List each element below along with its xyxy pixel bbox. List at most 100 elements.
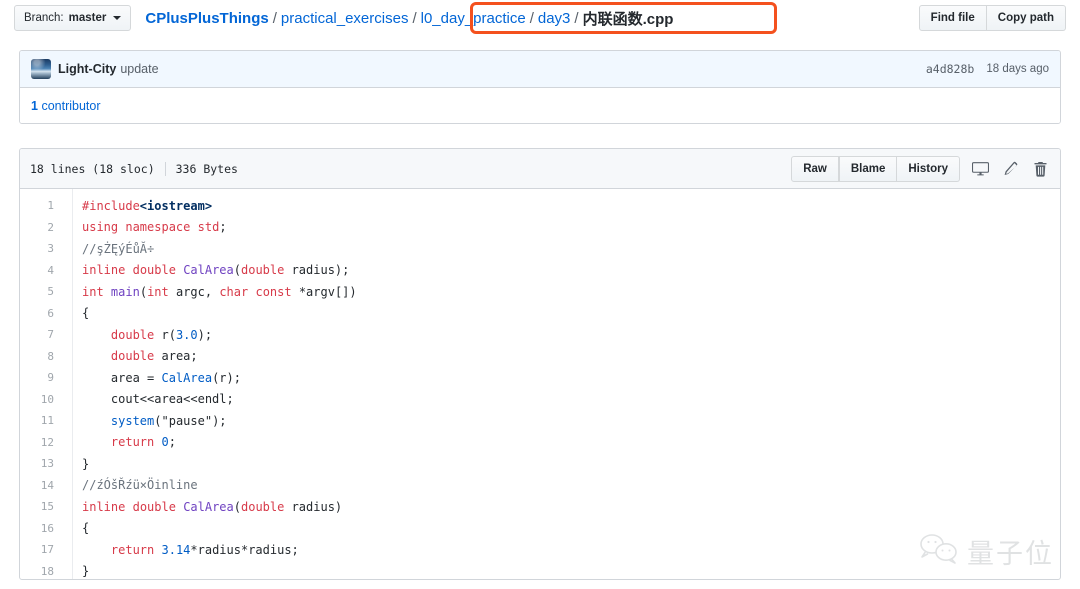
code-line: 17 return 3.14*radius*radius; (20, 539, 1060, 561)
code-token: 3.0 (175, 327, 198, 342)
line-number[interactable]: 2 (20, 221, 64, 234)
line-number[interactable]: 18 (20, 565, 64, 578)
line-number[interactable]: 9 (20, 371, 64, 384)
code-token: double (110, 327, 155, 342)
pencil-icon[interactable] (1000, 159, 1020, 179)
commit-sha[interactable]: a4d828b (926, 62, 974, 76)
code-token: double (132, 263, 176, 278)
line-content: } (64, 564, 89, 578)
code-line: 4 inline double CalArea(double radius); (20, 260, 1060, 282)
contributors-row: 1 contributor (20, 88, 1060, 123)
code-token: CalArea (161, 370, 213, 385)
code-line: 11 system("pause"); (20, 410, 1060, 432)
commit-author-link[interactable]: Light-City (58, 62, 116, 76)
code-token: ( (233, 499, 241, 514)
code-token: ( (139, 284, 148, 299)
breadcrumb-link-2[interactable]: l0_day_practice (421, 10, 526, 27)
code-line: 8 double area; (20, 346, 1060, 368)
line-number[interactable]: 7 (20, 328, 64, 341)
code-token: } (82, 564, 90, 579)
branch-selector-button[interactable]: Branch: master (14, 5, 132, 31)
line-number[interactable]: 13 (20, 457, 64, 470)
line-content: area = CalArea(r); (64, 371, 241, 385)
code-line: 6{ (20, 303, 1060, 325)
code-line: 12 return 0; (20, 432, 1060, 454)
line-content: cout<<area<<endl; (64, 392, 234, 406)
line-number[interactable]: 4 (20, 264, 64, 277)
line-number[interactable]: 12 (20, 436, 64, 449)
code-token: ( (233, 263, 241, 278)
trash-icon[interactable] (1030, 159, 1050, 179)
file-lines-label: 18 lines (18 sloc) (30, 161, 155, 176)
line-number[interactable]: 1 (20, 199, 64, 212)
find-file-button[interactable]: Find file (918, 5, 987, 31)
code-token: //źÓšŘźü×Öinline (82, 478, 198, 493)
gutter-divider (72, 189, 73, 579)
file-actions: Raw Blame History (791, 155, 1050, 182)
file-size-label: 336 Bytes (175, 161, 238, 176)
breadcrumb-link-0[interactable]: CPlusPlusThings (145, 10, 268, 27)
code-token: *argv[]) (291, 284, 357, 299)
contributors-link[interactable]: 1 contributor (31, 99, 101, 113)
breadcrumb-link-3[interactable]: day3 (538, 10, 571, 27)
line-number[interactable]: 5 (20, 285, 64, 298)
commit-timestamp: 18 days ago (986, 63, 1049, 75)
line-content: { (64, 521, 89, 535)
code-token: *radius*radius; (190, 542, 299, 557)
line-number[interactable]: 11 (20, 414, 64, 427)
breadcrumb-separator: / (574, 9, 579, 27)
code-token: ; (219, 220, 227, 235)
code-lines-container: 1 #include<iostream> 2 using namespace std;… (20, 195, 1060, 579)
code-token: CalArea (183, 263, 234, 278)
code-token: <iostream> (139, 198, 213, 213)
line-content: double area; (64, 349, 198, 363)
code-token: 3.14 (161, 542, 191, 557)
line-number[interactable]: 17 (20, 543, 64, 556)
line-content: #include<iostream> (64, 199, 212, 213)
copy-path-button[interactable]: Copy path (986, 5, 1066, 31)
code-token: (r); (212, 370, 241, 385)
code-line: 2 using namespace std; (20, 217, 1060, 239)
line-content: return 0; (64, 435, 176, 449)
code-token: system (110, 413, 155, 428)
breadcrumb-separator: / (412, 9, 417, 27)
line-content: //şŻĘýÉůĂ÷ (64, 242, 154, 256)
line-number[interactable]: 14 (20, 479, 64, 492)
topbar-button-group: Find file Copy path (918, 5, 1066, 31)
line-number[interactable]: 16 (20, 522, 64, 535)
blame-button[interactable]: Blame (838, 155, 898, 182)
line-number[interactable]: 15 (20, 500, 64, 513)
file-content-card: 18 lines (18 sloc) 336 Bytes Raw Blame H… (19, 148, 1061, 580)
code-line: 16 { (20, 518, 1060, 540)
line-content: //źÓšŘźü×Öinline (64, 478, 198, 492)
code-token: //şŻĘýÉůĂ÷ (82, 241, 155, 256)
code-token: using (82, 220, 119, 235)
code-line: 14 //źÓšŘźü×Öinline (20, 475, 1060, 497)
line-content: system("pause"); (64, 414, 227, 428)
branch-prefix-label: Branch: (24, 12, 64, 24)
breadcrumb-link-1[interactable]: practical_exercises (281, 10, 409, 27)
breadcrumb-current-file: 内联函数.cpp (582, 10, 674, 28)
code-token: double (110, 349, 155, 364)
desktop-icon[interactable] (970, 159, 990, 179)
commit-message[interactable]: update (120, 62, 158, 76)
breadcrumb: CPlusPlusThings / practical_exercises / l0_d… (145, 8, 673, 29)
line-number[interactable]: 8 (20, 350, 64, 363)
code-token: namespace (125, 220, 191, 235)
code-line: 1 #include<iostream> (20, 195, 1060, 217)
code-line: 9 area = CalArea(r); (20, 367, 1060, 389)
line-number[interactable]: 3 (20, 242, 64, 255)
line-content: using namespace std; (64, 220, 227, 234)
code-token: argc, (168, 284, 220, 299)
line-number[interactable]: 10 (20, 393, 64, 406)
raw-button[interactable]: Raw (791, 155, 839, 182)
code-token: inline (82, 263, 126, 278)
code-token: r( (154, 327, 176, 342)
line-number[interactable]: 6 (20, 307, 64, 320)
history-button[interactable]: History (897, 155, 960, 182)
